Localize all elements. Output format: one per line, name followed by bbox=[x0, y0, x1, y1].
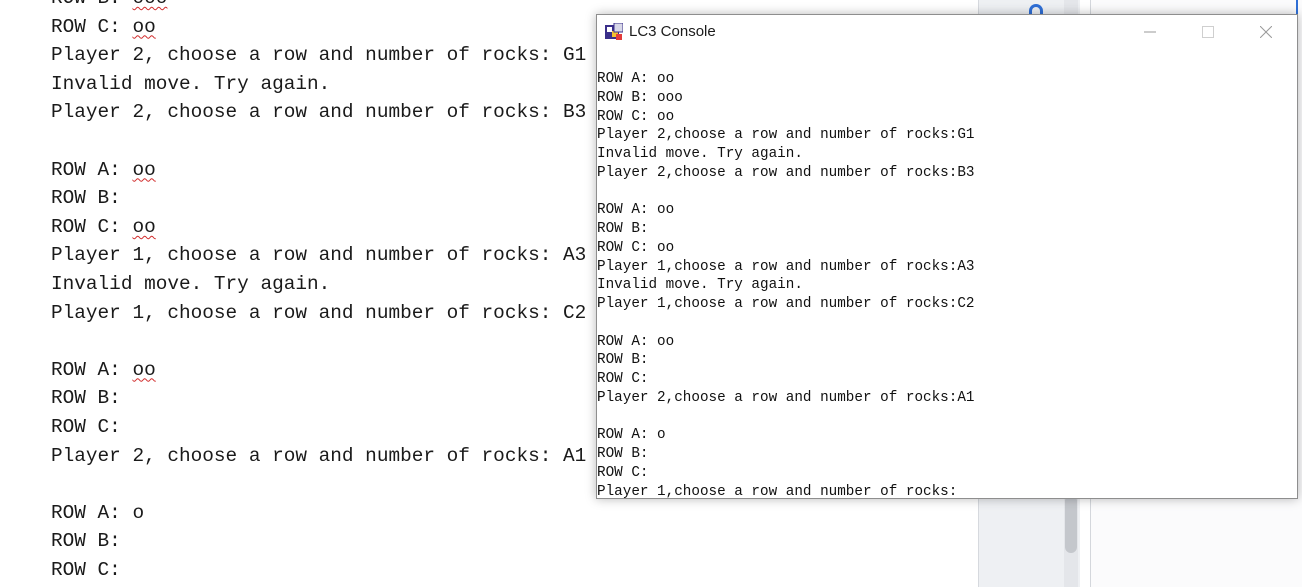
document-line: ROW C: bbox=[51, 413, 586, 442]
document-text: ROW B: oooROW C: ooPlayer 2, choose a ro… bbox=[51, 0, 586, 584]
document-line: ROW B: bbox=[51, 527, 586, 556]
document-line: ROW A: o bbox=[51, 499, 586, 528]
console-line: Invalid move. Try again. bbox=[597, 146, 803, 162]
document-line-text: Invalid move. Try again. bbox=[51, 72, 331, 95]
document-line-text: ROW B: bbox=[51, 530, 121, 553]
document-line: ROW A: oo bbox=[51, 356, 586, 385]
console-line: ROW C: oo bbox=[597, 108, 675, 125]
document-line: ROW C: oo bbox=[51, 213, 586, 242]
console-text: ROW A: oo ROW B: ooo ROW C: oo Player 2,cho… bbox=[597, 70, 975, 498]
console-line: Player 2,choose a row and number of rock… bbox=[597, 127, 975, 144]
spellcheck-word: oo bbox=[132, 15, 156, 38]
console-line: ROW C: bbox=[597, 464, 649, 481]
document-line: Player 1, choose a row and number of roc… bbox=[51, 299, 586, 328]
lc3-console-window: LC3 Console ROW A: oo ROW B: ooo ROW C: oo… bbox=[596, 14, 1298, 499]
document-line-text: ROW B: bbox=[51, 0, 132, 9]
document-line-text: Player 2, choose a row and number of roc… bbox=[51, 44, 587, 67]
document-line: ROW B: bbox=[51, 184, 586, 213]
console-line: ROW A: o bbox=[597, 427, 666, 444]
document-line-text: Invalid move. Try again. bbox=[51, 272, 331, 295]
document-line-text: ROW B: bbox=[51, 387, 121, 410]
side-panel-scroll-thumb[interactable] bbox=[1065, 495, 1077, 553]
document-line-text: ROW A: o bbox=[51, 501, 145, 524]
console-line: ROW A: oo bbox=[597, 71, 675, 87]
console-line: ROW B: bbox=[597, 446, 649, 462]
spellcheck-word: oo bbox=[132, 358, 156, 381]
document-line-text: ROW A: bbox=[51, 158, 133, 181]
document-line-text: ROW A: bbox=[51, 358, 133, 381]
console-line: ROW B: bbox=[597, 221, 649, 237]
spellcheck-word: oo bbox=[132, 215, 156, 238]
maximize-button[interactable] bbox=[1179, 15, 1237, 49]
document-line-text: ROW C: bbox=[51, 15, 133, 38]
spellcheck-word: oo bbox=[132, 158, 156, 181]
console-line: ROW A: oo bbox=[597, 333, 675, 350]
console-line: Player 1,choose a row and number of rock… bbox=[597, 483, 958, 499]
console-line: Player 1,choose a row and number of rock… bbox=[597, 258, 975, 275]
minimize-icon bbox=[1144, 31, 1156, 33]
document-line-text: Player 2, choose a row and number of roc… bbox=[51, 444, 587, 467]
document-line: Player 2, choose a row and number of roc… bbox=[51, 41, 586, 70]
document-line-text: ROW C: bbox=[51, 215, 133, 238]
console-line: ROW B: ooo bbox=[597, 89, 683, 106]
console-line: Player 1,choose a row and number of rock… bbox=[597, 296, 975, 312]
spellcheck-word: ooo bbox=[132, 0, 167, 9]
console-line: Player 2,choose a row and number of rock… bbox=[597, 164, 975, 181]
document-line-text: Player 1, choose a row and number of roc… bbox=[51, 301, 587, 324]
lc3-app-icon bbox=[605, 23, 623, 40]
document-line: Player 1, choose a row and number of roc… bbox=[51, 241, 586, 270]
console-line: ROW A: oo bbox=[597, 202, 675, 219]
console-line: ROW C: oo bbox=[597, 239, 675, 256]
console-line: Player 2,choose a row and number of rock… bbox=[597, 389, 975, 406]
document-line-text: ROW C: bbox=[51, 415, 121, 438]
maximize-icon bbox=[1202, 26, 1214, 38]
document-line: Player 2, choose a row and number of roc… bbox=[51, 98, 586, 127]
document-line-text: Player 1, choose a row and number of roc… bbox=[51, 244, 587, 267]
document-line: ROW C: oo bbox=[51, 13, 586, 42]
document-line: ROW C: bbox=[51, 556, 586, 585]
document-line: ROW A: oo bbox=[51, 156, 586, 185]
document-line-text: ROW C: bbox=[51, 558, 121, 581]
document-line: ROW B: bbox=[51, 384, 586, 413]
document-line-text: Player 2, choose a row and number of roc… bbox=[51, 101, 587, 124]
document-line: ROW B: ooo bbox=[51, 0, 586, 13]
console-line: ROW B: bbox=[597, 352, 649, 369]
close-button[interactable] bbox=[1237, 15, 1295, 49]
document-line: Player 2, choose a row and number of roc… bbox=[51, 442, 586, 471]
console-titlebar[interactable]: LC3 Console bbox=[597, 15, 1297, 49]
document-line-text: ROW B: bbox=[51, 187, 121, 210]
console-line: ROW C: bbox=[597, 371, 649, 387]
console-title: LC3 Console bbox=[629, 23, 716, 40]
document-line: Invalid move. Try again. bbox=[51, 270, 586, 299]
console-output[interactable]: ROW A: oo ROW B: ooo ROW C: oo Player 2,cho… bbox=[597, 49, 1297, 498]
console-line: Invalid move. Try again. bbox=[597, 277, 803, 294]
close-icon bbox=[1260, 26, 1272, 38]
minimize-button[interactable] bbox=[1121, 15, 1179, 49]
document-line: Invalid move. Try again. bbox=[51, 70, 586, 99]
